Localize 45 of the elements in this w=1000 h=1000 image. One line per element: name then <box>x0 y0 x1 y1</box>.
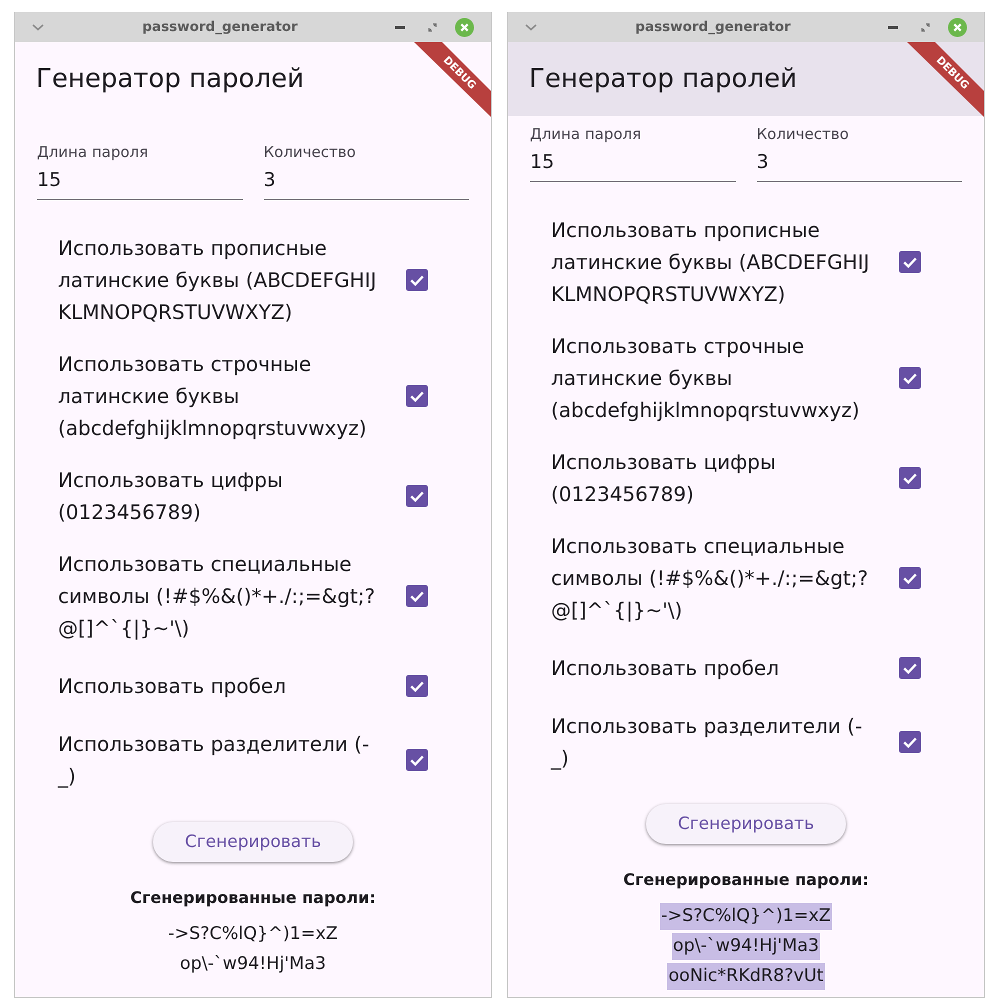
window-title: password_generator <box>635 19 791 35</box>
option-label: Использовать специальные символы (!#$%&()*+./:;=&gt;?@[]^`{|}~'\) <box>58 551 376 642</box>
option-label: Использовать пробел <box>58 673 287 700</box>
option-label: Использовать пробел <box>551 655 780 682</box>
option-label: Использовать прописные латинские буквы (ABCDEFGHIJKLMNOPQRSTUVWXYZ) <box>551 217 870 308</box>
minimize-icon[interactable] <box>888 26 898 28</box>
checkbox[interactable] <box>406 675 428 697</box>
option-label: Использовать строчные латинские буквы (abcdefghijklmnopqrstuvwxyz) <box>58 351 368 442</box>
password-text: ooNic*RKdR8?vUt <box>667 963 825 990</box>
minimize-icon[interactable] <box>395 26 405 28</box>
checkbox[interactable] <box>406 485 428 507</box>
password-text: op\-`w94!Hj'Ma3 <box>178 953 328 976</box>
password-text: ->S?C%lQ}^)1=xZ <box>167 923 339 946</box>
password-text: ->S?C%lQ}^)1=xZ <box>660 903 832 930</box>
maximize-icon[interactable] <box>428 22 437 32</box>
option-label: Использовать цифры (0123456789) <box>58 467 284 526</box>
option-label: Использовать прописные латинские буквы (ABCDEFGHIJKLMNOPQRSTUVWXYZ) <box>58 235 378 326</box>
option-label: Использовать цифры (0123456789) <box>551 449 777 508</box>
checkbox[interactable] <box>899 657 921 679</box>
window-title: password_generator <box>142 19 298 35</box>
maximize-icon[interactable] <box>921 22 930 32</box>
password-text: op\-`w94!Hj'Ma3 <box>672 933 820 960</box>
text-field[interactable]: Количество 3 <box>756 124 962 182</box>
checkbox[interactable] <box>899 251 921 273</box>
checkbox[interactable] <box>899 567 921 589</box>
text-field[interactable]: Количество 3 <box>264 142 469 200</box>
option-label: Использовать специальные символы (!#$%&()*+./:;=&gt;?@[]^`{|}~'\) <box>551 533 870 624</box>
text-field[interactable]: Длина пароля 15 <box>530 124 736 182</box>
text-field[interactable]: Длина пароля 15 <box>37 142 242 200</box>
option-label: Использовать строчные латинские буквы (abcdefghijklmnopqrstuvwxyz) <box>551 333 861 424</box>
generate-button[interactable]: Сгенерировать <box>646 804 846 844</box>
results-heading: Сгенерированные пароли: <box>130 887 376 909</box>
checkbox[interactable] <box>406 385 428 407</box>
checkbox[interactable] <box>406 269 428 291</box>
generate-button[interactable]: Сгенерировать <box>153 822 353 862</box>
app-title: Генератор паролей <box>36 64 304 94</box>
checkbox[interactable] <box>899 367 921 389</box>
checkbox[interactable] <box>899 467 921 489</box>
results-heading: Сгенерированные пароли: <box>623 869 869 891</box>
option-label: Использовать разделители (-_) <box>58 731 370 790</box>
app-title: Генератор паролей <box>529 64 797 94</box>
checkbox[interactable] <box>406 585 428 607</box>
option-label: Использовать разделители (-_) <box>551 713 864 772</box>
checkbox[interactable] <box>406 749 428 771</box>
checkbox[interactable] <box>899 731 921 753</box>
